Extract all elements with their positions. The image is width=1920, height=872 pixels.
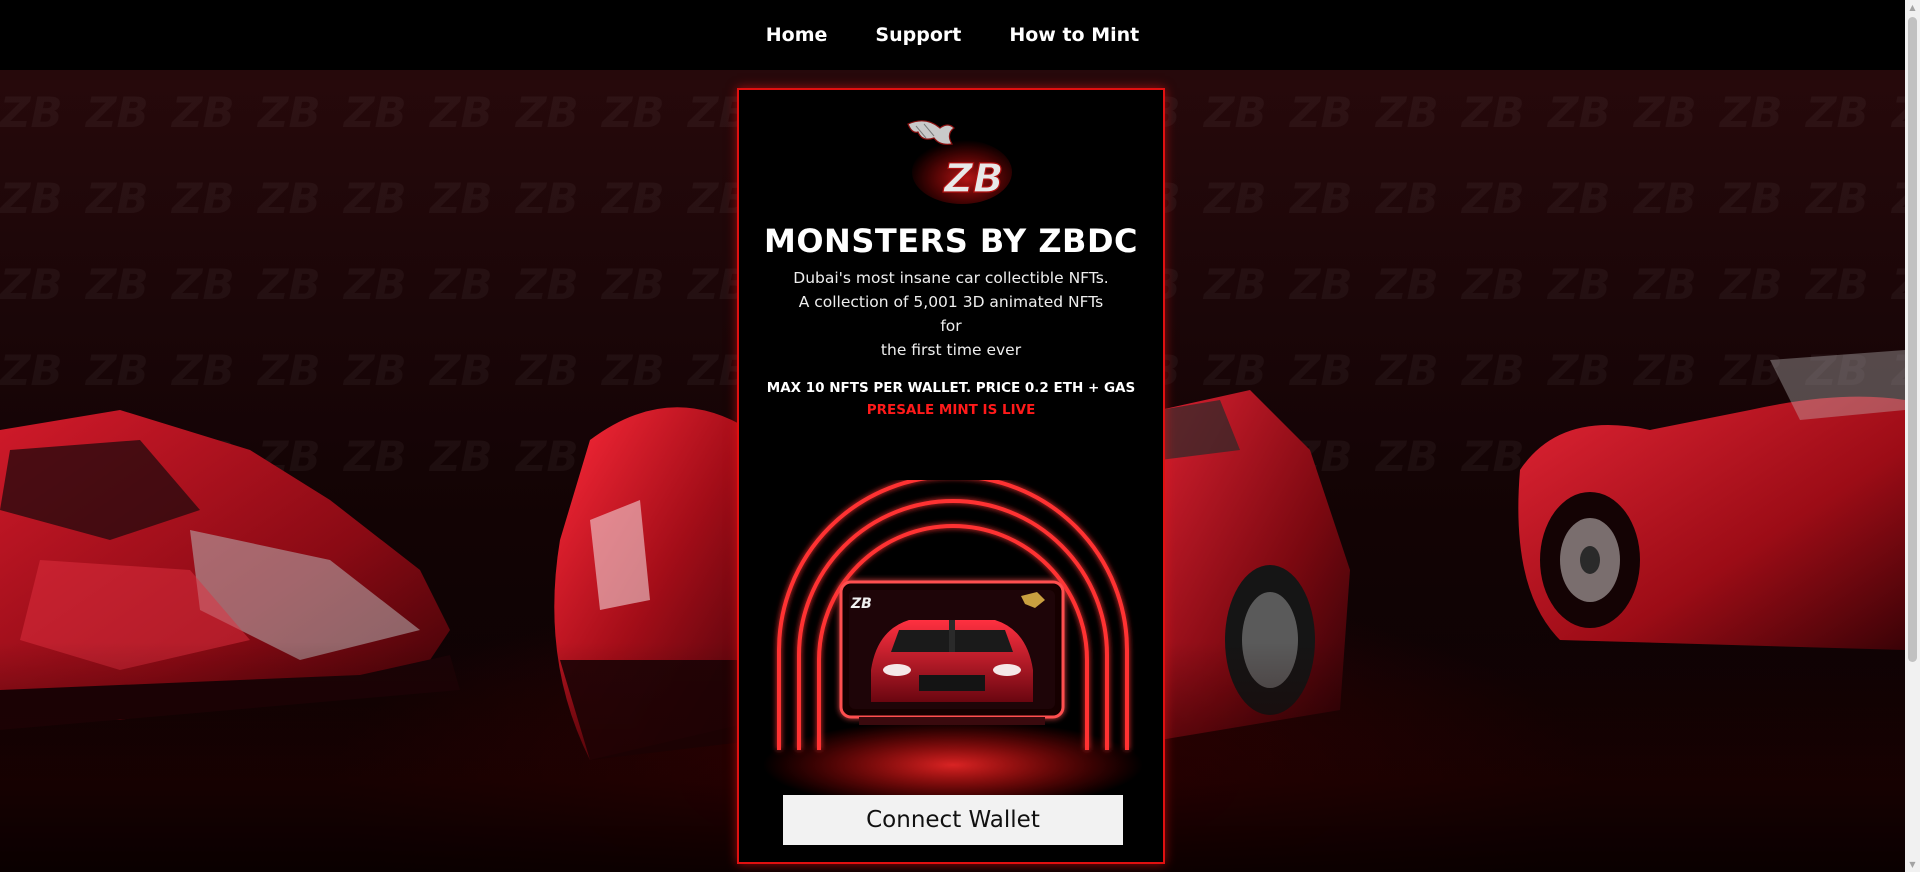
nft-showcase-image: ZB: [763, 480, 1143, 810]
pattern-zb-mark: ZB: [516, 156, 602, 242]
pattern-zb-mark: ZB: [1720, 242, 1806, 328]
connect-wallet-button[interactable]: Connect Wallet: [783, 795, 1123, 845]
pattern-zb-mark: ZB: [1634, 242, 1720, 328]
pattern-zb-mark: ZB: [172, 242, 258, 328]
pattern-zb-mark: ZB: [258, 242, 344, 328]
pattern-zb-mark: ZB: [86, 242, 172, 328]
top-navigation: Home Support How to Mint: [0, 0, 1905, 70]
pattern-zb-mark: ZB: [430, 242, 516, 328]
pattern-zb-mark: ZB: [1548, 70, 1634, 156]
nav-support-link[interactable]: Support: [851, 24, 985, 46]
pattern-zb-mark: ZB: [172, 156, 258, 242]
pattern-zb-mark: ZB: [86, 70, 172, 156]
showcase-zb-badge: ZB: [850, 596, 872, 612]
pattern-zb-mark: ZB: [1462, 70, 1548, 156]
pattern-zb-mark: ZB: [1720, 156, 1806, 242]
pattern-zb-mark: ZB: [1290, 156, 1376, 242]
pattern-zb-mark: ZB: [0, 242, 86, 328]
scroll-up-arrow-icon[interactable]: ▲: [1905, 0, 1920, 15]
pattern-zb-mark: ZB: [1634, 70, 1720, 156]
pattern-zb-mark: ZB: [602, 156, 688, 242]
pattern-zb-mark: ZB: [1204, 70, 1290, 156]
pattern-zb-mark: ZB: [172, 70, 258, 156]
nav-home-link[interactable]: Home: [742, 24, 852, 46]
pattern-zb-mark: ZB: [1806, 156, 1892, 242]
scroll-down-arrow-icon[interactable]: ▼: [1905, 857, 1920, 872]
pattern-zb-mark: ZB: [1376, 328, 1462, 414]
pattern-zb-mark: ZB: [1892, 70, 1905, 156]
pattern-zb-mark: ZB: [1376, 414, 1462, 490]
pattern-zb-mark: ZB: [258, 70, 344, 156]
mint-limit-price-text: MAX 10 NFTS PER WALLET. PRICE 0.2 ETH + …: [766, 380, 1136, 396]
pattern-zb-mark: ZB: [1204, 156, 1290, 242]
description-line: the first time ever: [880, 341, 1022, 359]
pattern-zb-mark: ZB: [1720, 70, 1806, 156]
pattern-zb-mark: ZB: [430, 70, 516, 156]
pattern-zb-mark: ZB: [1634, 156, 1720, 242]
pattern-zb-mark: ZB: [602, 242, 688, 328]
pattern-zb-mark: ZB: [1376, 242, 1462, 328]
presale-status-text: PRESALE MINT IS LIVE: [866, 402, 1036, 418]
pattern-zb-mark: ZB: [1892, 242, 1905, 328]
collection-description: Dubai's most insane car collectible NFTs…: [789, 266, 1113, 362]
pattern-zb-mark: ZB: [1548, 156, 1634, 242]
pattern-zb-mark: ZB: [1290, 70, 1376, 156]
pattern-zb-mark: ZB: [0, 70, 86, 156]
pattern-zb-mark: ZB: [1376, 156, 1462, 242]
pattern-zb-mark: ZB: [1376, 70, 1462, 156]
scroll-thumb[interactable]: [1908, 17, 1917, 662]
pattern-zb-mark: ZB: [602, 70, 688, 156]
logo-zb-text: ZB: [942, 156, 1004, 202]
collection-title: MONSTERS BY ZBDC: [764, 222, 1138, 260]
pattern-zb-mark: ZB: [1462, 156, 1548, 242]
page-scrollbar[interactable]: ▲ ▼: [1905, 0, 1920, 872]
pattern-zb-mark: ZB: [1892, 156, 1905, 242]
pattern-zb-mark: ZB: [344, 242, 430, 328]
pattern-zb-mark: ZB: [344, 156, 430, 242]
right-car-image: [1518, 350, 1905, 650]
pattern-zb-mark: ZB: [86, 156, 172, 242]
pattern-zb-mark: ZB: [1806, 242, 1892, 328]
zbdc-logo: ZB: [907, 120, 1012, 204]
pattern-zb-mark: ZB: [344, 70, 430, 156]
pattern-zb-mark: ZB: [430, 156, 516, 242]
pattern-zb-mark: ZB: [516, 242, 602, 328]
pattern-zb-mark: ZB: [258, 156, 344, 242]
pattern-zb-mark: ZB: [1204, 242, 1290, 328]
pattern-zb-mark: ZB: [516, 70, 602, 156]
nav-how-to-mint-link[interactable]: How to Mint: [985, 24, 1163, 46]
mint-card: ZB MONSTERS BY ZBDC Dubai's most insane …: [737, 88, 1165, 864]
pattern-zb-mark: ZB: [1462, 242, 1548, 328]
pattern-zb-mark: ZB: [1806, 70, 1892, 156]
description-line: A collection of 5,001 3D animated NFTs f…: [798, 293, 1104, 335]
pattern-zb-mark: ZB: [1290, 242, 1376, 328]
pattern-zb-mark: ZB: [1548, 242, 1634, 328]
pattern-zb-mark: ZB: [0, 156, 86, 242]
description-line: Dubai's most insane car collectible NFTs…: [793, 269, 1109, 287]
